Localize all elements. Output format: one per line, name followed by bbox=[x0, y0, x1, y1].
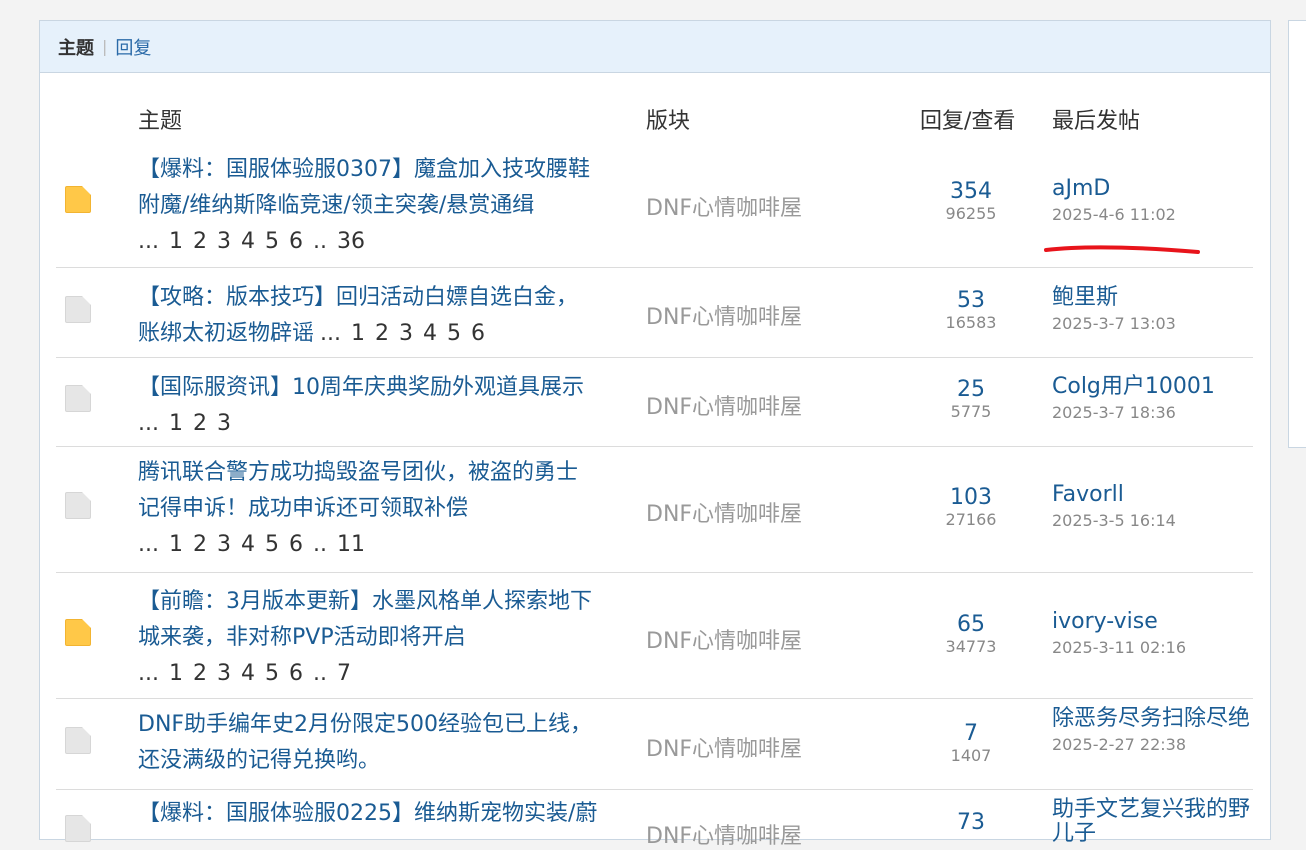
red-underline-annotation bbox=[1044, 245, 1200, 254]
